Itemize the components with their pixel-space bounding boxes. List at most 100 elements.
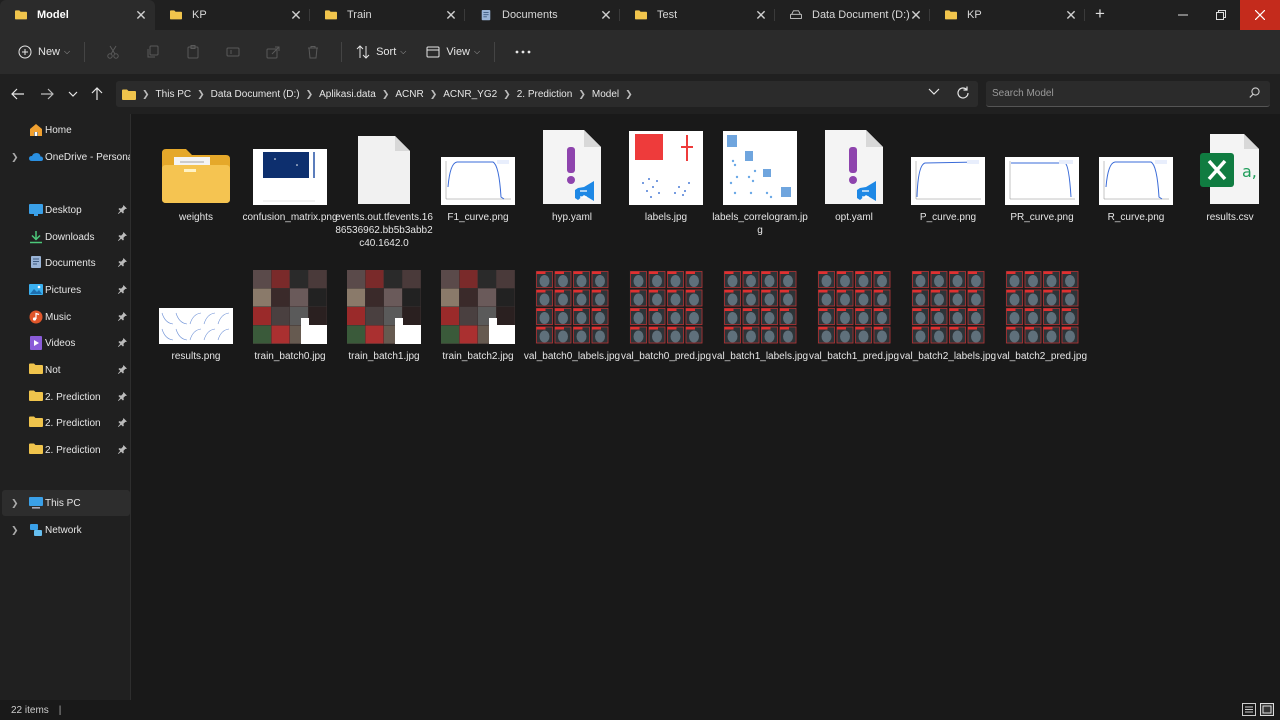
view-button[interactable]: View ⌵ bbox=[420, 37, 486, 67]
file-item-val-batch2-pred-jpg[interactable]: val_batch2_pred.jpg bbox=[997, 260, 1087, 390]
file-item-hyp-yaml[interactable]: hyp.yaml bbox=[527, 121, 617, 251]
delete-button[interactable] bbox=[293, 37, 333, 67]
sidebar-item-pictures[interactable]: Pictures bbox=[2, 277, 130, 303]
breadcrumb-item[interactable]: 2. Prediction bbox=[517, 89, 573, 100]
sidebar-item-desktop[interactable]: Desktop bbox=[2, 197, 130, 223]
close-tab-icon[interactable]: ✕ bbox=[133, 7, 149, 23]
file-item-val-batch1-labels-jpg[interactable]: val_batch1_labels.jpg bbox=[712, 260, 808, 390]
large-icons-view-button[interactable] bbox=[1260, 703, 1274, 719]
more-options-button[interactable] bbox=[503, 37, 543, 67]
sidebar-item-documents[interactable]: Documents bbox=[2, 250, 130, 276]
sort-button[interactable]: Sort ⌵ bbox=[350, 37, 412, 67]
chevron-right-icon[interactable]: ❯ bbox=[306, 89, 314, 100]
tab-3[interactable]: Train ✕ bbox=[310, 0, 465, 30]
file-item-r-curve-png[interactable]: R_curve.png bbox=[1091, 121, 1181, 251]
file-item-pr-curve-png[interactable]: PR_curve.png bbox=[997, 121, 1087, 251]
tab-6[interactable]: Data Document (D:) ✕ bbox=[775, 0, 930, 30]
sidebar-item-2-prediction[interactable]: 2. Prediction bbox=[2, 437, 130, 463]
close-window-button[interactable] bbox=[1240, 0, 1280, 30]
tab-2[interactable]: KP ✕ bbox=[155, 0, 310, 30]
chevron-right-icon[interactable]: ❯ bbox=[430, 89, 438, 100]
file-item-weights[interactable]: weights bbox=[151, 121, 241, 251]
chevron-right-icon[interactable]: ❯ bbox=[11, 152, 19, 163]
breadcrumb-item[interactable]: This PC bbox=[156, 89, 192, 100]
share-button[interactable] bbox=[253, 37, 293, 67]
address-bar[interactable]: ❯ This PC ❯ Data Document (D:) ❯ Aplikasi.da… bbox=[116, 81, 978, 107]
forward-button[interactable] bbox=[36, 84, 58, 104]
file-item-train-batch0-jpg[interactable]: train_batch0.jpg bbox=[245, 260, 335, 390]
sidebar-item-onedrive-personal[interactable]: ❯ OneDrive - Personal bbox=[2, 144, 131, 170]
file-item-p-curve-png[interactable]: P_curve.png bbox=[903, 121, 993, 251]
copy-button[interactable] bbox=[133, 37, 173, 67]
chevron-right-icon[interactable]: ❯ bbox=[503, 89, 511, 100]
sidebar-item-music[interactable]: Music bbox=[2, 304, 130, 330]
close-tab-icon[interactable]: ✕ bbox=[908, 7, 924, 23]
chevron-right-icon[interactable]: ❯ bbox=[197, 89, 205, 100]
file-item-f1-curve-png[interactable]: F1_curve.png bbox=[433, 121, 523, 251]
new-tab-button[interactable]: + bbox=[1085, 0, 1115, 30]
new-button[interactable]: New ⌵ bbox=[12, 37, 76, 67]
sidebar-item-this-pc[interactable]: ❯ This PC bbox=[2, 490, 130, 516]
breadcrumb-item[interactable]: ACNR bbox=[395, 89, 423, 100]
file-item-val-batch0-pred-jpg[interactable]: val_batch0_pred.jpg bbox=[621, 260, 711, 390]
tab-1[interactable]: Model ✕ bbox=[0, 0, 155, 30]
minimize-button[interactable] bbox=[1164, 0, 1202, 30]
close-tab-icon[interactable]: ✕ bbox=[1063, 7, 1079, 23]
restore-button[interactable] bbox=[1202, 0, 1240, 30]
close-tab-icon[interactable]: ✕ bbox=[443, 7, 459, 23]
chevron-down-icon bbox=[928, 88, 940, 95]
close-tab-icon[interactable]: ✕ bbox=[598, 7, 614, 23]
file-name: train_batch0.jpg bbox=[254, 351, 326, 362]
file-item-results-png[interactable]: results.png bbox=[151, 260, 241, 390]
tab-label: KP bbox=[967, 9, 982, 21]
chevron-right-icon[interactable]: ❯ bbox=[11, 498, 19, 509]
back-button[interactable] bbox=[7, 84, 29, 104]
chevron-right-icon[interactable]: ❯ bbox=[382, 89, 390, 100]
sidebar-item-2-prediction[interactable]: 2. Prediction bbox=[2, 410, 130, 436]
file-item-train-batch2-jpg[interactable]: train_batch2.jpg bbox=[433, 260, 523, 390]
close-tab-icon[interactable]: ✕ bbox=[753, 7, 769, 23]
sidebar-item-2-prediction[interactable]: 2. Prediction bbox=[2, 384, 130, 410]
file-thumbnail bbox=[997, 121, 1087, 205]
search-input[interactable] bbox=[986, 81, 1226, 105]
sidebar-item-home[interactable]: Home bbox=[2, 117, 130, 143]
breadcrumb-item[interactable]: Data Document (D:) bbox=[211, 89, 300, 100]
tab-5[interactable]: Test ✕ bbox=[620, 0, 775, 30]
sidebar-item-not[interactable]: Not bbox=[2, 357, 130, 383]
file-item-val-batch0-labels-jpg[interactable]: val_batch0_labels.jpg bbox=[524, 260, 620, 390]
file-item-opt-yaml[interactable]: opt.yaml bbox=[809, 121, 899, 251]
file-item-val-batch2-labels-jpg[interactable]: val_batch2_labels.jpg bbox=[900, 260, 996, 390]
file-item-labels-correlogram-jpg[interactable]: labels_correlogram.jpg bbox=[712, 121, 808, 251]
up-button[interactable] bbox=[86, 84, 108, 104]
file-item-confusion-matrix-png[interactable]: confusion_matrix.png bbox=[242, 121, 338, 251]
sidebar-item-network[interactable]: ❯ Network bbox=[2, 517, 130, 543]
file-item-train-batch1-jpg[interactable]: train_batch1.jpg bbox=[339, 260, 429, 390]
sidebar-item-downloads[interactable]: Downloads bbox=[2, 224, 130, 250]
pictures-icon bbox=[29, 283, 43, 297]
refresh-button[interactable] bbox=[956, 86, 972, 102]
breadcrumb-item[interactable]: Aplikasi.data bbox=[319, 89, 376, 100]
chevron-right-icon[interactable]: ❯ bbox=[11, 525, 19, 536]
close-tab-icon[interactable]: ✕ bbox=[288, 7, 304, 23]
breadcrumb-item[interactable]: ACNR_YG2 bbox=[443, 89, 497, 100]
file-item-val-batch1-pred-jpg[interactable]: val_batch1_pred.jpg bbox=[809, 260, 899, 390]
sidebar-item-videos[interactable]: Videos bbox=[2, 330, 130, 356]
file-item-labels-jpg[interactable]: labels.jpg bbox=[621, 121, 711, 251]
chevron-right-icon[interactable]: ❯ bbox=[625, 89, 633, 100]
paste-button[interactable] bbox=[173, 37, 213, 67]
file-item-events-out-tfevents-1686536962-bb5b3abb2c40-1642-0[interactable]: events.out.tfevents.1686536962.bb5b3abb2… bbox=[335, 121, 433, 251]
cut-button[interactable] bbox=[93, 37, 133, 67]
details-view-button[interactable] bbox=[1242, 703, 1256, 719]
pin-icon bbox=[118, 365, 127, 377]
desktop-icon bbox=[29, 203, 43, 217]
address-history-button[interactable] bbox=[928, 87, 942, 101]
minimize-icon bbox=[1178, 14, 1188, 16]
file-item-results-csv[interactable]: a, results.csv bbox=[1185, 121, 1275, 251]
breadcrumb-item[interactable]: Model bbox=[592, 89, 619, 100]
file-name: train_batch2.jpg bbox=[442, 351, 514, 362]
rename-button[interactable] bbox=[213, 37, 253, 67]
recent-locations-button[interactable] bbox=[62, 84, 84, 104]
tab-7[interactable]: KP ✕ bbox=[930, 0, 1085, 30]
chevron-right-icon[interactable]: ❯ bbox=[578, 89, 586, 100]
tab-4[interactable]: Documents ✕ bbox=[465, 0, 620, 30]
